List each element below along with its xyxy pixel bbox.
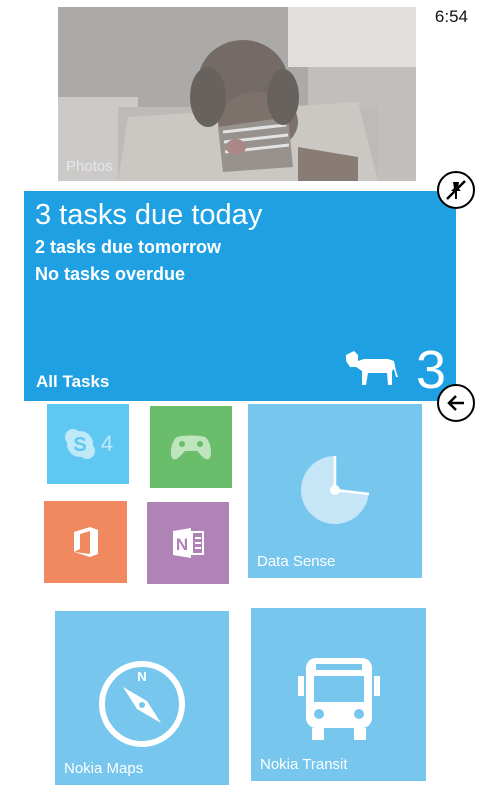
nokia-maps-tile[interactable]: N Nokia Maps — [55, 611, 229, 785]
unpin-button[interactable] — [437, 171, 475, 209]
skype-badge: 4 — [100, 431, 114, 456]
data-sense-label: Data Sense — [257, 553, 336, 570]
tasks-tomorrow: 2 tasks due tomorrow — [35, 237, 222, 257]
xbox-controller-icon — [170, 435, 212, 460]
office-icon — [73, 527, 98, 557]
tasks-tile[interactable]: 3 tasks due today 2 tasks due tomorrow N… — [24, 191, 456, 401]
svg-text:S: S — [73, 434, 86, 456]
onenote-tile[interactable]: N — [147, 502, 229, 584]
status-clock: 6:54 — [434, 7, 468, 26]
svg-text:N: N — [137, 669, 146, 684]
photos-tile-label: Photos — [66, 158, 113, 175]
cow-icon — [346, 351, 398, 385]
tasks-app-name: All Tasks — [36, 372, 110, 391]
onenote-icon: N — [173, 528, 204, 558]
tasks-headline: 3 tasks due today — [35, 199, 263, 231]
unpin-icon — [446, 180, 466, 200]
photos-tile[interactable]: Photos — [58, 7, 416, 181]
skype-tile[interactable]: S 4 — [47, 404, 129, 484]
resize-button[interactable] — [437, 384, 475, 422]
svg-text:N: N — [176, 535, 188, 554]
nokia-maps-label: Nokia Maps — [64, 760, 144, 777]
bus-icon — [298, 658, 380, 740]
compass-icon: N — [99, 661, 185, 747]
office-tile[interactable] — [44, 501, 127, 583]
data-sense-tile[interactable]: Data Sense — [248, 404, 422, 578]
nokia-transit-label: Nokia Transit — [260, 756, 348, 773]
nokia-transit-tile[interactable]: Nokia Transit — [251, 608, 426, 781]
xbox-tile[interactable] — [150, 406, 232, 488]
back-arrow-icon — [447, 395, 464, 411]
skype-icon: S — [64, 429, 95, 459]
tasks-overdue: No tasks overdue — [35, 264, 186, 284]
pie-chart-icon — [301, 455, 370, 524]
